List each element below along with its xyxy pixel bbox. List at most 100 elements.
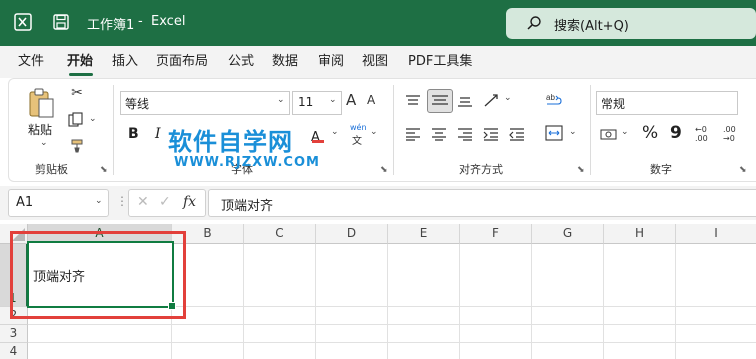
- paste-chevron-icon[interactable]: ⌄: [40, 138, 48, 148]
- menu-bar: 文件 开始 插入 页面布局 公式 数据 审阅 视图 PDF工具集: [0, 46, 756, 78]
- tab-review[interactable]: 审阅: [318, 46, 344, 78]
- watermark-title: 软件自学网: [168, 128, 293, 156]
- document-title: 工作簿1: [87, 18, 135, 33]
- ribbon-divider: [590, 85, 591, 175]
- phonetic-guide-bottom[interactable]: 文: [352, 132, 362, 147]
- tab-home-underline: [69, 73, 93, 76]
- align-bottom-icon[interactable]: [457, 93, 473, 107]
- align-center-icon[interactable]: [431, 126, 447, 141]
- indent-icon[interactable]: [483, 126, 499, 141]
- search-box[interactable]: 搜索(Alt+Q): [506, 8, 756, 39]
- grow-font-button[interactable]: A: [346, 91, 356, 109]
- app-name: Excel: [151, 14, 186, 29]
- copy-chevron-icon[interactable]: ⌄: [89, 114, 97, 124]
- chevron-down-icon: ⌄: [329, 95, 337, 105]
- increase-decimal-button[interactable]: ←0 .00: [695, 125, 717, 143]
- highlight-annotation-box: [10, 231, 186, 319]
- tab-formulas[interactable]: 公式: [228, 46, 254, 78]
- title-bar: 工作簿1 - Excel 搜索(Alt+Q): [0, 0, 756, 46]
- save-icon[interactable]: [53, 14, 69, 30]
- wrap-text-icon[interactable]: ab: [545, 91, 563, 109]
- number-format-select[interactable]: 常规: [596, 91, 738, 115]
- search-placeholder: 搜索(Alt+Q): [554, 19, 629, 34]
- enter-icon[interactable]: ✓: [159, 194, 171, 210]
- font-launcher-icon[interactable]: ⬊: [380, 165, 388, 175]
- chevron-down-icon: ⌄: [95, 196, 103, 206]
- alignment-launcher-icon[interactable]: ⬊: [577, 165, 585, 175]
- bold-button[interactable]: B: [128, 126, 139, 142]
- accounting-format-icon[interactable]: [600, 126, 618, 140]
- name-box[interactable]: A1 ⌄: [8, 189, 109, 217]
- title-separator: -: [138, 14, 143, 29]
- ribbon-divider: [113, 85, 114, 175]
- gridline: [28, 342, 756, 343]
- row-header-3[interactable]: 3: [0, 325, 28, 343]
- comma-button[interactable]: 9: [670, 123, 682, 143]
- shrink-font-button[interactable]: A: [367, 93, 375, 107]
- formula-buttons: ✕ ✓ fx: [128, 189, 206, 217]
- cancel-icon[interactable]: ✕: [137, 194, 149, 210]
- ribbon-divider: [393, 85, 394, 175]
- formula-input-value: 顶端对齐: [221, 199, 274, 214]
- formula-input[interactable]: 顶端对齐: [208, 189, 756, 217]
- outdent-icon[interactable]: [509, 126, 525, 141]
- number-launcher-icon[interactable]: ⬊: [739, 165, 747, 175]
- font-name-select[interactable]: 等线 ⌄: [120, 91, 290, 115]
- search-icon: [526, 15, 542, 31]
- column-header-i[interactable]: I: [676, 224, 756, 244]
- column-header-d[interactable]: D: [316, 224, 388, 244]
- decrease-decimal-button[interactable]: .00 →0: [723, 125, 745, 143]
- column-header-e[interactable]: E: [388, 224, 460, 244]
- row-header-4[interactable]: 4: [0, 343, 28, 359]
- orientation-icon[interactable]: [483, 92, 501, 108]
- insert-function-button[interactable]: fx: [183, 194, 196, 210]
- tab-pdf-tools[interactable]: PDF工具集: [408, 46, 472, 78]
- merge-chevron-icon[interactable]: ⌄: [569, 127, 577, 137]
- number-group-label: 数字: [650, 163, 672, 176]
- align-top-icon[interactable]: [405, 93, 421, 107]
- paste-icon[interactable]: [27, 87, 57, 119]
- format-painter-icon[interactable]: [70, 138, 86, 153]
- font-color-chevron-icon[interactable]: ⌄: [331, 127, 339, 137]
- phonetic-guide-top[interactable]: wén: [350, 123, 367, 132]
- align-middle-icon[interactable]: [427, 89, 453, 113]
- tab-page-layout[interactable]: 页面布局: [156, 46, 208, 78]
- gridline: [28, 324, 756, 325]
- font-name-value: 等线: [125, 97, 150, 111]
- column-header-h[interactable]: H: [604, 224, 676, 244]
- italic-button[interactable]: I: [155, 126, 161, 142]
- excel-logo-icon[interactable]: [14, 13, 32, 31]
- align-right-icon[interactable]: [457, 126, 473, 141]
- tab-insert[interactable]: 插入: [112, 46, 138, 78]
- font-size-select[interactable]: 11 ⌄: [292, 91, 342, 115]
- number-format-value: 常规: [601, 97, 626, 111]
- formula-bar-grip-icon[interactable]: ⋮: [116, 194, 128, 208]
- watermark: 软件自学网 WWW.RJZXW.COM: [168, 122, 320, 170]
- column-header-g[interactable]: G: [532, 224, 604, 244]
- merge-center-icon[interactable]: [545, 125, 563, 141]
- phonetic-chevron-icon[interactable]: ⌄: [370, 127, 378, 137]
- tab-view[interactable]: 视图: [362, 46, 388, 78]
- row-number: 4: [9, 344, 18, 358]
- svg-text:ab: ab: [546, 93, 555, 102]
- formula-bar: A1 ⌄ ⋮ ✕ ✓ fx 顶端对齐: [0, 186, 756, 220]
- clipboard-group-label: 剪贴板: [35, 163, 68, 176]
- chevron-down-icon: ⌄: [277, 95, 285, 105]
- orientation-chevron-icon[interactable]: ⌄: [504, 93, 512, 103]
- percent-button[interactable]: %: [642, 123, 658, 143]
- copy-icon[interactable]: [68, 112, 84, 128]
- font-size-value: 11: [298, 95, 314, 109]
- column-header-f[interactable]: F: [460, 224, 532, 244]
- name-box-value: A1: [16, 195, 34, 210]
- accounting-chevron-icon[interactable]: ⌄: [621, 127, 629, 137]
- tab-file[interactable]: 文件: [18, 46, 44, 78]
- cut-icon[interactable]: ✂: [68, 85, 86, 101]
- clipboard-launcher-icon[interactable]: ⬊: [100, 165, 108, 175]
- align-left-icon[interactable]: [405, 126, 421, 141]
- paste-button[interactable]: 粘贴: [28, 121, 52, 138]
- watermark-url: WWW.RJZXW.COM: [174, 155, 320, 170]
- tab-data[interactable]: 数据: [272, 46, 298, 78]
- ribbon: 粘贴 ⌄ ✂ ⌄ 剪贴板 ⬊ 等线 ⌄ 11 ⌄ A A B I A ⌄ wén…: [8, 78, 756, 182]
- column-header-c[interactable]: C: [244, 224, 316, 244]
- row-number: 3: [9, 326, 18, 340]
